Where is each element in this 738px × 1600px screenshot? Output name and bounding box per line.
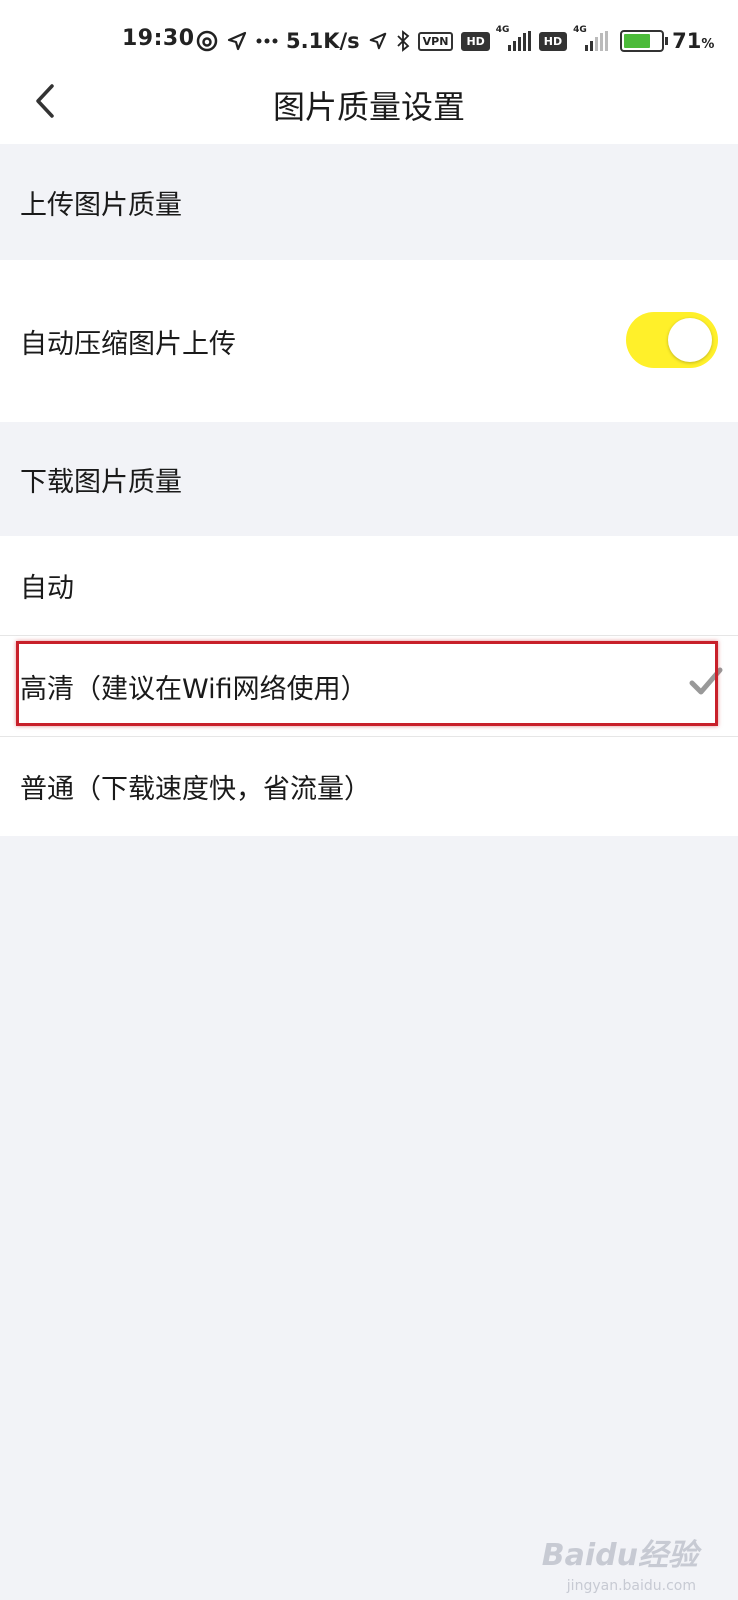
auto-compress-row: 自动压缩图片上传 bbox=[0, 260, 738, 422]
download-option-auto[interactable]: 自动 bbox=[0, 536, 738, 635]
music-app-icon bbox=[196, 30, 218, 52]
status-icons: 5.1K/s VPN HD 4G HD 4G 71% bbox=[196, 25, 715, 56]
signal-bars-sim2: 4G bbox=[573, 25, 609, 51]
battery-icon bbox=[620, 30, 669, 52]
auto-compress-toggle[interactable] bbox=[626, 312, 718, 368]
nav-header: 图片质量设置 bbox=[0, 62, 738, 144]
battery-fill bbox=[624, 34, 651, 48]
bluetooth-icon bbox=[397, 30, 410, 52]
more-dots-icon bbox=[256, 38, 278, 44]
download-section-label: 下载图片质量 bbox=[20, 466, 182, 498]
baidu-watermark: Baidu经验 bbox=[541, 1538, 698, 1573]
location-arrow-icon bbox=[227, 31, 247, 51]
hd-badge-2: HD bbox=[538, 31, 568, 51]
sim2-4g-label: 4G bbox=[573, 25, 587, 35]
download-section-header: 下载图片质量 bbox=[0, 422, 738, 536]
vpn-badge: VPN bbox=[417, 31, 454, 51]
page-title: 图片质量设置 bbox=[272, 88, 465, 126]
download-option-normal[interactable]: 普通（下载速度快，省流量） bbox=[0, 737, 738, 836]
status-time: 19:30 bbox=[122, 26, 195, 51]
network-speed: 5.1K/s bbox=[286, 29, 360, 53]
checkmark-icon bbox=[689, 667, 723, 695]
upload-section-label: 上传图片质量 bbox=[20, 189, 182, 221]
download-option-hd[interactable]: 高清（建议在Wifi网络使用） bbox=[0, 636, 738, 736]
battery-percent: 71% bbox=[672, 29, 715, 53]
auto-compress-label: 自动压缩图片上传 bbox=[20, 328, 236, 360]
sim1-4g-label: 4G bbox=[495, 25, 510, 35]
baidu-watermark-url: jingyan.baidu.com bbox=[566, 1578, 696, 1594]
navigation-arrow-icon bbox=[369, 32, 386, 50]
hd-badge-1: HD bbox=[461, 31, 490, 51]
option-label: 普通（下载速度快，省流量） bbox=[20, 774, 371, 805]
option-label: 高清（建议在Wifi网络使用） bbox=[20, 673, 368, 705]
signal-bars-sim1: 4G bbox=[496, 25, 531, 51]
option-label: 自动 bbox=[20, 573, 74, 604]
upload-section-header: 上传图片质量 bbox=[0, 144, 738, 260]
toggle-knob bbox=[668, 318, 712, 362]
